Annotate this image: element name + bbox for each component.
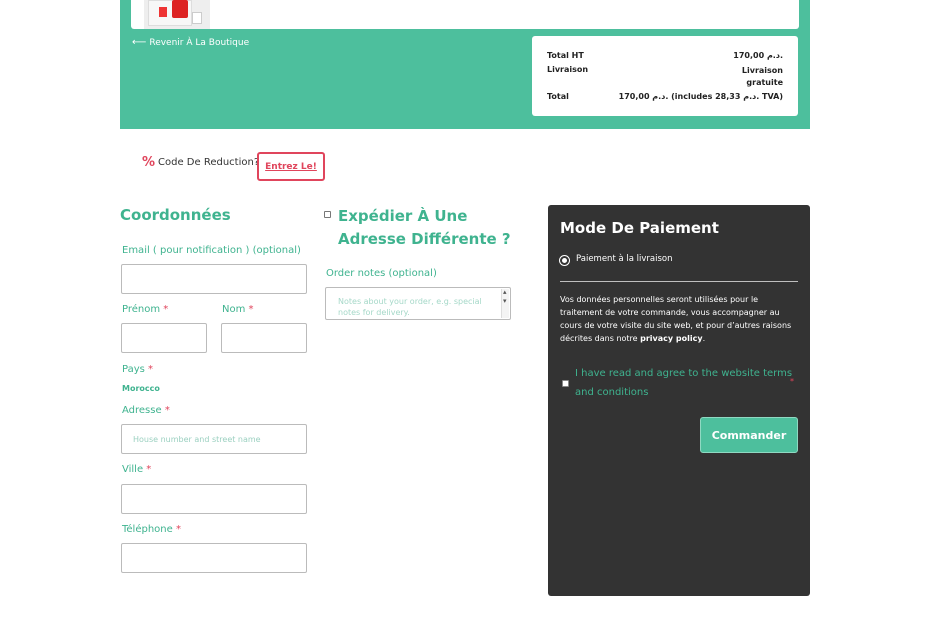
totals-row-subtotal: Total HT 170,00 د.م. (547, 51, 783, 60)
cart-totals-card: Total HT 170,00 د.م. Livraison Livraison… (532, 36, 798, 116)
terms-label[interactable]: I have read and agree to the website ter… (575, 364, 797, 402)
subtotal-value: 170,00 د.م. (733, 51, 783, 60)
required-mark: * (146, 464, 152, 475)
terms-checkbox[interactable] (562, 380, 569, 387)
city-label-text: Ville (122, 464, 144, 475)
shipping-label: Livraison (547, 65, 589, 74)
order-notes-textarea[interactable]: Notes about your order, e.g. special not… (325, 287, 511, 320)
last-name-label-text: Nom (222, 304, 246, 315)
address-field[interactable]: House number and street name (121, 424, 307, 454)
ship-different-title[interactable]: Expédier À Une Adresse Différente ? (338, 205, 518, 251)
last-name-label: Nom * (222, 304, 254, 315)
total-value: 170,00 د.م. (includes 28,33 د.م. TVA) (618, 92, 783, 101)
payment-method-label[interactable]: Paiement à la livraison (576, 254, 673, 264)
first-name-field[interactable] (121, 323, 207, 353)
totals-row-total: Total 170,00 د.م. (includes 28,33 د.م. T… (547, 92, 783, 101)
first-name-label-text: Prénom (122, 304, 161, 315)
city-label: Ville * (122, 464, 151, 475)
privacy-end: . (702, 334, 706, 343)
email-label: Email ( pour notification ) (optional) (122, 245, 301, 256)
percent-icon: % (142, 155, 156, 170)
required-mark: * (148, 364, 154, 375)
total-label: Total (547, 92, 569, 101)
address-label: Adresse * (122, 405, 170, 416)
last-name-field[interactable] (221, 323, 307, 353)
payment-title: Mode De Paiement (560, 219, 719, 237)
privacy-policy-link[interactable]: privacy policy (640, 334, 702, 343)
textarea-scrollbar[interactable] (501, 288, 509, 318)
cart-item-row (131, 0, 799, 29)
cart-summary-panel: ⟵ Revenir À La Boutique Total HT 170,00 … (120, 0, 810, 129)
back-to-shop-link[interactable]: ⟵ Revenir À La Boutique (132, 37, 249, 48)
order-notes-placeholder: Notes about your order, e.g. special not… (338, 297, 482, 317)
ship-different-checkbox[interactable] (324, 211, 331, 218)
totals-row-shipping: Livraison Livraison gratuite (547, 65, 783, 89)
country-label: Pays * (122, 364, 153, 375)
country-value: Morocco (122, 384, 160, 393)
phone-label: Téléphone * (122, 524, 181, 535)
email-field[interactable] (121, 264, 307, 294)
payment-panel: Mode De Paiement Paiement à la livraison… (548, 205, 810, 596)
order-notes-label: Order notes (optional) (326, 268, 437, 279)
payment-divider (560, 281, 798, 282)
coupon-prompt: % Code De Reduction? (142, 155, 259, 170)
address-label-text: Adresse (122, 405, 162, 416)
coupon-button[interactable]: Entrez Le! (257, 152, 325, 181)
country-label-text: Pays (122, 364, 145, 375)
back-to-shop-label: Revenir À La Boutique (149, 37, 250, 48)
first-name-label: Prénom * (122, 304, 168, 315)
required-mark: * (163, 304, 169, 315)
shipping-value: Livraison gratuite (741, 66, 783, 87)
required-mark: * (248, 304, 254, 315)
privacy-notice: Vos données personnelles seront utilisée… (560, 293, 802, 345)
arrow-left-icon: ⟵ (132, 37, 147, 48)
billing-title: Coordonnées (120, 206, 231, 224)
product-thumbnail (144, 0, 210, 29)
phone-label-text: Téléphone (122, 524, 173, 535)
place-order-button[interactable]: Commander (700, 417, 798, 453)
subtotal-label: Total HT (547, 51, 584, 60)
phone-field[interactable] (121, 543, 307, 573)
terms-required-mark: * (790, 377, 794, 386)
payment-method-radio[interactable] (560, 256, 569, 265)
coupon-question: Code De Reduction? (158, 157, 260, 168)
required-mark: * (164, 405, 170, 416)
required-mark: * (175, 524, 181, 535)
city-field[interactable] (121, 484, 307, 514)
